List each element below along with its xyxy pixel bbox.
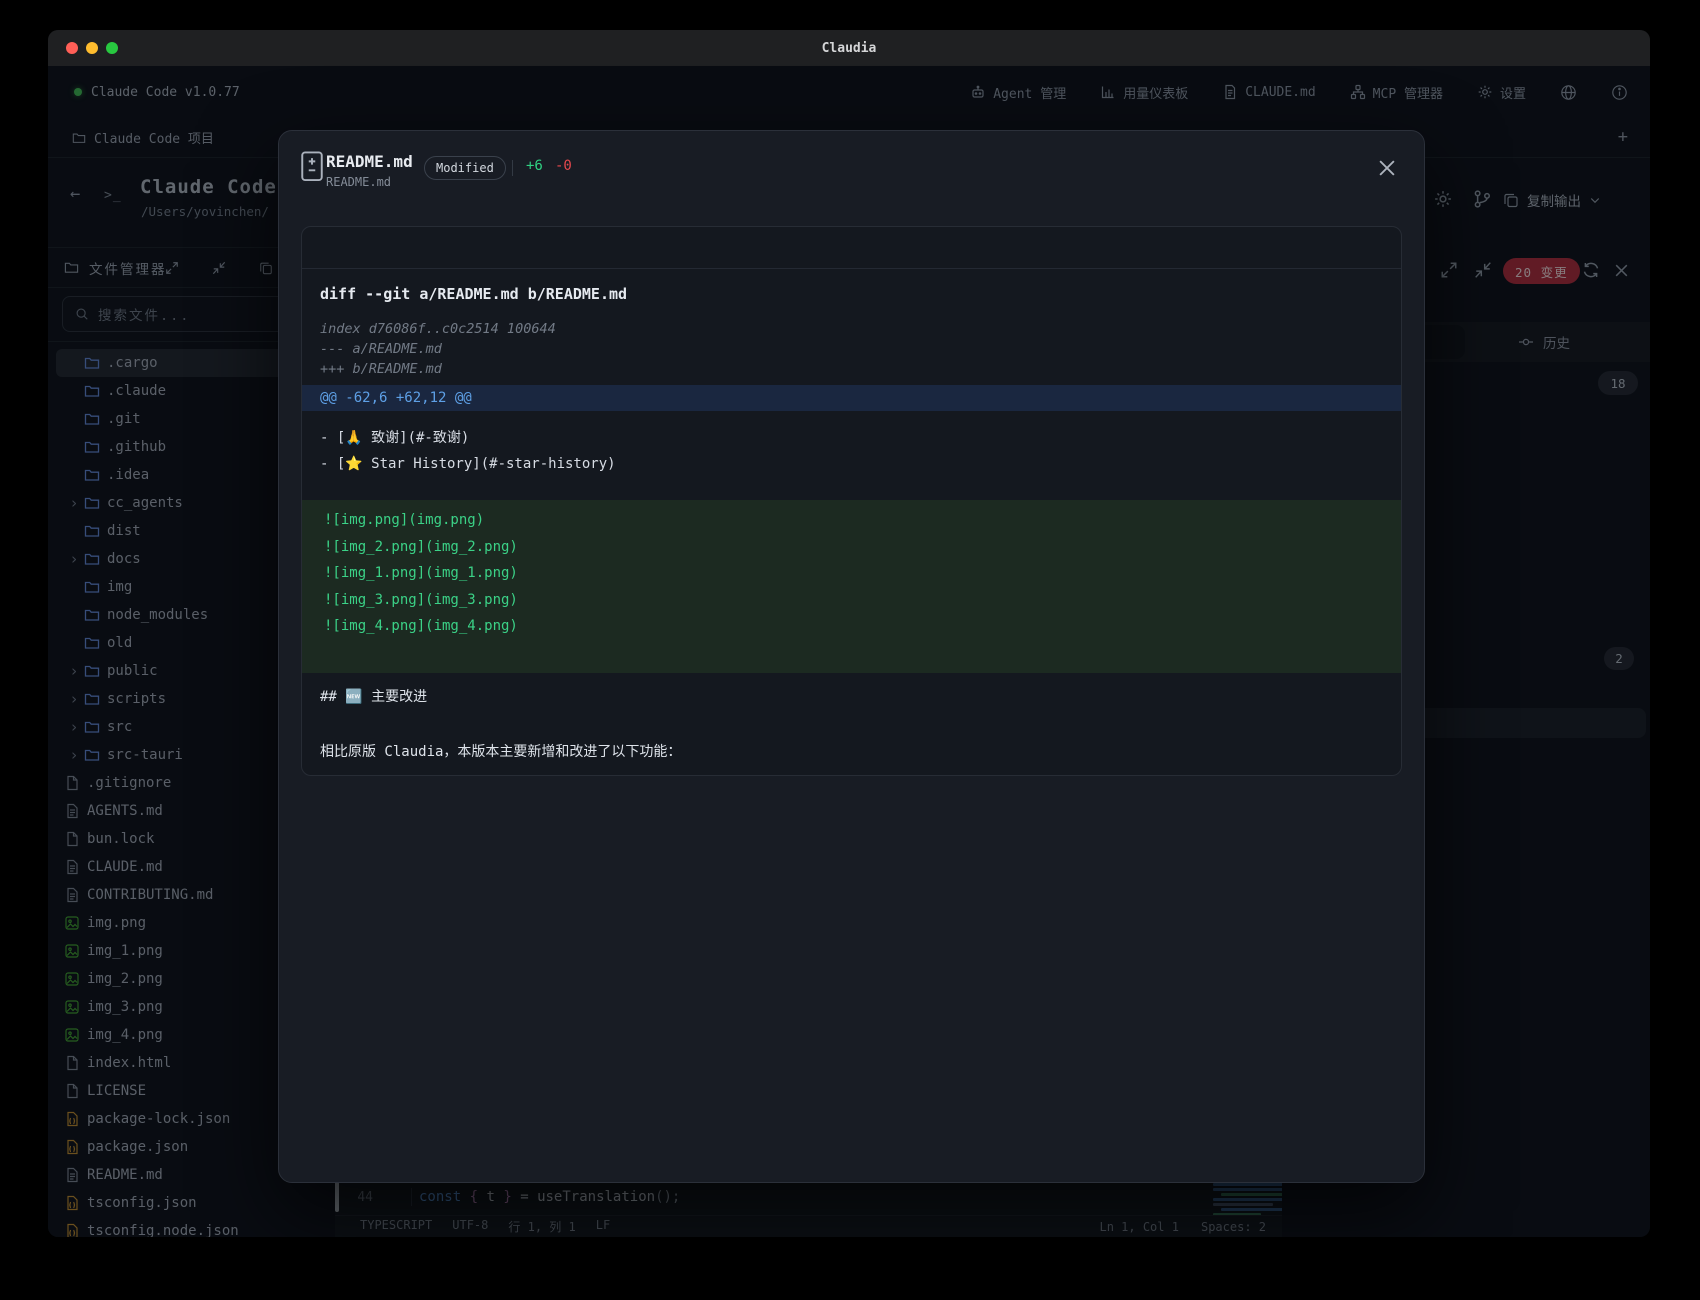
- diff-heading-line: ## 🆕 主要改进: [320, 686, 1383, 708]
- close-icon[interactable]: [1376, 157, 1398, 179]
- diff-hunk-header: @@ -62,6 +62,12 @@: [302, 385, 1401, 411]
- diff-added-line: ![img_1.png](img_1.png): [302, 560, 1401, 587]
- diff-modal: README.md README.md Modified +6 -0 diff …: [278, 130, 1425, 1183]
- diff-added-line: ![img.png](img.png): [302, 507, 1401, 534]
- diff-added-block: ![img.png](img.png) ![img_2.png](img_2.p…: [302, 500, 1401, 673]
- modal-file-title: README.md: [326, 152, 413, 171]
- diff-added-line: ![img_4.png](img_4.png): [302, 613, 1401, 640]
- diff-card-body: diff --git a/README.md b/README.md index…: [302, 269, 1401, 763]
- diff-added-line: ![img_2.png](img_2.png): [302, 534, 1401, 561]
- diff-index-line: index d76086f..c0c2514 100644: [320, 319, 1383, 339]
- diff-context-line: - [⭐ Star History](#-star-history): [302, 451, 1401, 477]
- diff-body-line: 相比原版 Claudia，本版本主要新增和改进了以下功能：: [320, 741, 1383, 763]
- file-diff-icon: [299, 150, 325, 182]
- diff-context-line: - [🙏 致谢](#-致谢): [302, 425, 1401, 451]
- app-window: Claudia Claude Code v1.0.77 Agent 管理 用量仪…: [48, 30, 1650, 1237]
- deletions-count: -0: [555, 158, 572, 174]
- additions-count: +6: [526, 158, 543, 174]
- diff-modal-header: README.md README.md Modified +6 -0: [279, 131, 1424, 203]
- window-title: Claudia: [48, 41, 1650, 56]
- diff-added-line: ![img_3.png](img_3.png): [302, 587, 1401, 614]
- diff-card-header: [302, 227, 1401, 269]
- modal-file-subtitle: README.md: [326, 175, 391, 189]
- diff-card: diff --git a/README.md b/README.md index…: [301, 226, 1402, 776]
- diff-file-header: diff --git a/README.md b/README.md: [320, 283, 1383, 305]
- diff-new-file: +++ b/README.md: [320, 359, 1383, 379]
- diff-old-file: --- a/README.md: [320, 339, 1383, 359]
- diff-added-line: [302, 640, 1401, 667]
- screenshot-stage: Claudia Claude Code v1.0.77 Agent 管理 用量仪…: [0, 0, 1700, 1300]
- header-divider: [512, 160, 513, 176]
- modified-status-badge: Modified: [424, 156, 506, 180]
- macos-titlebar: Claudia: [48, 30, 1650, 66]
